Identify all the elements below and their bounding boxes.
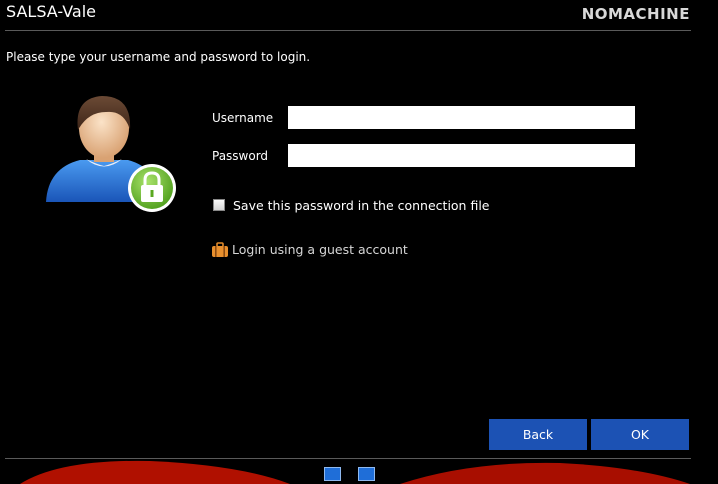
nomachine-logo: NOMACHINE [581,5,690,23]
username-label: Username [212,111,274,125]
login-instructions: Please type your username and password t… [6,50,311,64]
password-input[interactable] [288,144,635,167]
window-mode-icon[interactable] [358,467,375,481]
guest-login-link[interactable]: Login using a guest account [232,242,408,257]
password-label: Password [212,149,269,163]
back-button[interactable]: Back [489,419,587,450]
ok-button[interactable]: OK [591,419,689,450]
save-password-label[interactable]: Save this password in the connection fil… [233,198,490,213]
save-password-checkbox[interactable] [213,199,225,211]
user-avatar-icon [46,96,176,212]
top-divider [5,30,691,31]
briefcase-icon[interactable] [211,242,229,258]
fullscreen-icon[interactable] [324,467,341,481]
window-title: SALSA-Vale [6,2,96,21]
username-input[interactable] [288,106,635,129]
